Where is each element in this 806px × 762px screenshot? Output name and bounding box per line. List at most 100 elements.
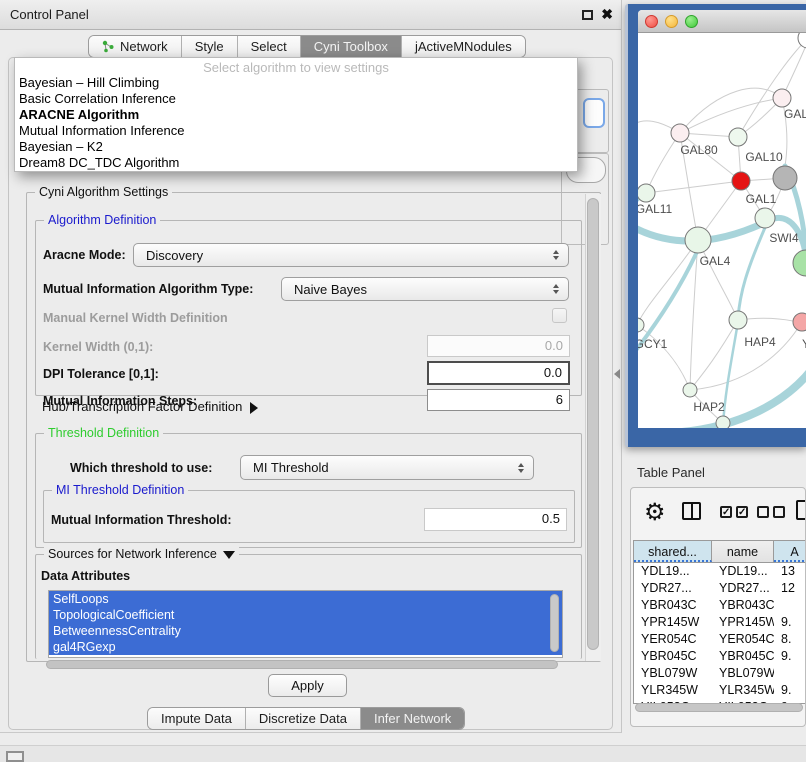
network-window-titlebar[interactable]	[638, 10, 806, 33]
gear-icon[interactable]: ⚙	[644, 497, 666, 527]
highlighted-edge[interactable]	[723, 322, 738, 425]
graph-node[interactable]	[638, 184, 655, 202]
data-attributes-list[interactable]: SelfLoopsTopologicalCoefficientBetweenne…	[48, 590, 563, 658]
table-row[interactable]: YDR27...YDR27...12	[634, 580, 806, 597]
data-attribute-item[interactable]: TopologicalCoefficient	[49, 607, 562, 623]
mi-threshold-field[interactable]: 0.5	[424, 508, 567, 531]
float-window-icon[interactable]	[582, 10, 593, 20]
graph-node[interactable]	[732, 172, 750, 190]
collapsed-triangle-icon	[250, 402, 258, 414]
node-attribute-table[interactable]: shared...nameA YDL19...YDL19...13YDR27..…	[633, 540, 806, 704]
graph-node[interactable]	[793, 250, 806, 276]
dpi-tolerance-field[interactable]: 0.0	[427, 361, 570, 385]
mi-threshold-definition-group: MI Threshold Definition Mutual Informati…	[43, 490, 575, 543]
tab-infer-network[interactable]: Infer Network	[361, 708, 464, 729]
edge[interactable]	[738, 38, 806, 137]
apply-button[interactable]: Apply	[268, 674, 347, 697]
table-toolbar: ⚙ ✓ ✓	[631, 496, 806, 532]
edge[interactable]	[690, 322, 802, 390]
checked-checkbox-icon[interactable]: ✓	[736, 506, 748, 518]
split-columns-icon[interactable]	[682, 502, 701, 520]
edge[interactable]	[690, 320, 738, 390]
which-threshold-value: MI Threshold	[253, 460, 329, 475]
aracne-mode-select[interactable]: Discovery	[133, 243, 569, 267]
table-row[interactable]: YER054CYER054C8.	[634, 631, 806, 648]
cutoff-button-fragment[interactable]	[6, 751, 24, 762]
sources-group-title[interactable]: Sources for Network Inference	[44, 547, 239, 561]
graph-node[interactable]	[755, 208, 775, 228]
algorithm-dropdown: Select algorithm to view settings Bayesi…	[14, 57, 578, 172]
tab-label: jActiveMNodules	[415, 39, 512, 54]
list-scrollbar-thumb[interactable]	[550, 594, 559, 652]
edge[interactable]	[646, 181, 741, 193]
algorithm-option[interactable]: Basic Correlation Inference	[15, 91, 577, 107]
traffic-light-zoom-icon[interactable]	[685, 15, 698, 28]
combo-spinner-icon	[553, 284, 559, 294]
highlighted-edge[interactable]	[738, 223, 767, 318]
algorithm-option[interactable]: Bayesian – K2	[15, 139, 577, 155]
graph-node[interactable]	[671, 124, 689, 142]
traffic-light-minimize-icon[interactable]	[665, 15, 678, 28]
kernel-width-field[interactable]: 0.0	[427, 335, 570, 357]
algorithm-option[interactable]: Dream8 DC_TDC Algorithm	[15, 155, 577, 171]
edge[interactable]	[638, 240, 698, 325]
node-label: Y	[802, 337, 806, 351]
combo-spinner-icon	[518, 463, 524, 473]
document-icon[interactable]	[796, 500, 806, 520]
checked-checkbox-icon[interactable]: ✓	[720, 506, 732, 518]
table-row[interactable]: YPR145WYPR145W9.	[634, 614, 806, 631]
kernel-width-label: Kernel Width (0,1):	[43, 340, 153, 354]
graph-node[interactable]	[683, 383, 697, 397]
table-hscrollbar-thumb[interactable]	[635, 703, 803, 712]
graph-node[interactable]	[773, 166, 797, 190]
data-attribute-item[interactable]: gal4RGexp	[49, 639, 562, 655]
settings-scrollbar-thumb[interactable]	[587, 198, 599, 650]
panel-splitter-arrow-icon[interactable]	[614, 369, 620, 379]
graph-node[interactable]	[729, 128, 747, 146]
table-row[interactable]: YBR045CYBR045C9.	[634, 648, 806, 665]
node-label: GAL	[784, 107, 806, 121]
algorithm-option[interactable]: Bayesian – Hill Climbing	[15, 75, 577, 91]
node-label: GAL10	[745, 150, 783, 164]
network-graph-canvas[interactable]: GALGAL80GAL10GAL1GAL11SWI4GAL4GCY1HAP4YH…	[638, 33, 806, 428]
column-header[interactable]: shared...	[634, 541, 712, 562]
data-attribute-item[interactable]: SelfLoops	[49, 591, 562, 607]
mi-steps-field[interactable]: 6	[427, 389, 570, 411]
graph-node[interactable]	[798, 33, 806, 48]
tab-impute-data[interactable]: Impute Data	[148, 708, 246, 729]
algorithm-option[interactable]: Mutual Information Inference	[15, 123, 577, 139]
tab-style[interactable]: Style	[182, 36, 238, 57]
mi-algorithm-type-select[interactable]: Naive Bayes	[281, 277, 569, 301]
network-view-frame[interactable]: GALGAL80GAL10GAL1GAL11SWI4GAL4GCY1HAP4YH…	[625, 4, 806, 447]
which-threshold-select[interactable]: MI Threshold	[240, 455, 534, 480]
graph-node[interactable]	[773, 89, 791, 107]
data-attribute-item[interactable]: BetweennessCentrality	[49, 623, 562, 639]
table-cell: 9.	[774, 648, 806, 665]
graph-node[interactable]	[793, 313, 806, 331]
unchecked-checkbox-icon[interactable]	[773, 506, 785, 518]
graph-node[interactable]	[685, 227, 711, 253]
table-row[interactable]: YDL19...YDL19...13	[634, 563, 806, 580]
unchecked-checkbox-icon[interactable]	[757, 506, 769, 518]
column-header[interactable]: name	[712, 541, 774, 562]
settings-hscrollbar-thumb[interactable]	[46, 660, 558, 669]
graph-node[interactable]	[716, 416, 730, 428]
edge[interactable]	[680, 98, 782, 133]
hub-factor-section-toggle[interactable]: Hub/Transcription Factor Definition	[42, 399, 258, 414]
table-cell: 9.	[774, 614, 806, 631]
column-header[interactable]: A	[774, 541, 806, 562]
tab-network[interactable]: Network	[89, 36, 182, 57]
table-row[interactable]: YBL079WYBL079W	[634, 665, 806, 682]
tab-jactivemnodules[interactable]: jActiveMNodules	[402, 36, 525, 57]
table-row[interactable]: YBR043CYBR043C	[634, 597, 806, 614]
tab-select[interactable]: Select	[238, 36, 301, 57]
algorithm-option[interactable]: ARACNE Algorithm	[15, 107, 577, 123]
edge[interactable]	[646, 133, 680, 193]
tab-cyni-toolbox[interactable]: Cyni Toolbox	[301, 36, 402, 57]
table-row[interactable]: YLR345WYLR345W9.	[634, 682, 806, 699]
manual-kernel-width-checkbox[interactable]	[552, 308, 567, 323]
close-icon[interactable]: ✖	[601, 6, 613, 23]
tab-discretize-data[interactable]: Discretize Data	[246, 708, 361, 729]
graph-node[interactable]	[729, 311, 747, 329]
traffic-light-close-icon[interactable]	[645, 15, 658, 28]
